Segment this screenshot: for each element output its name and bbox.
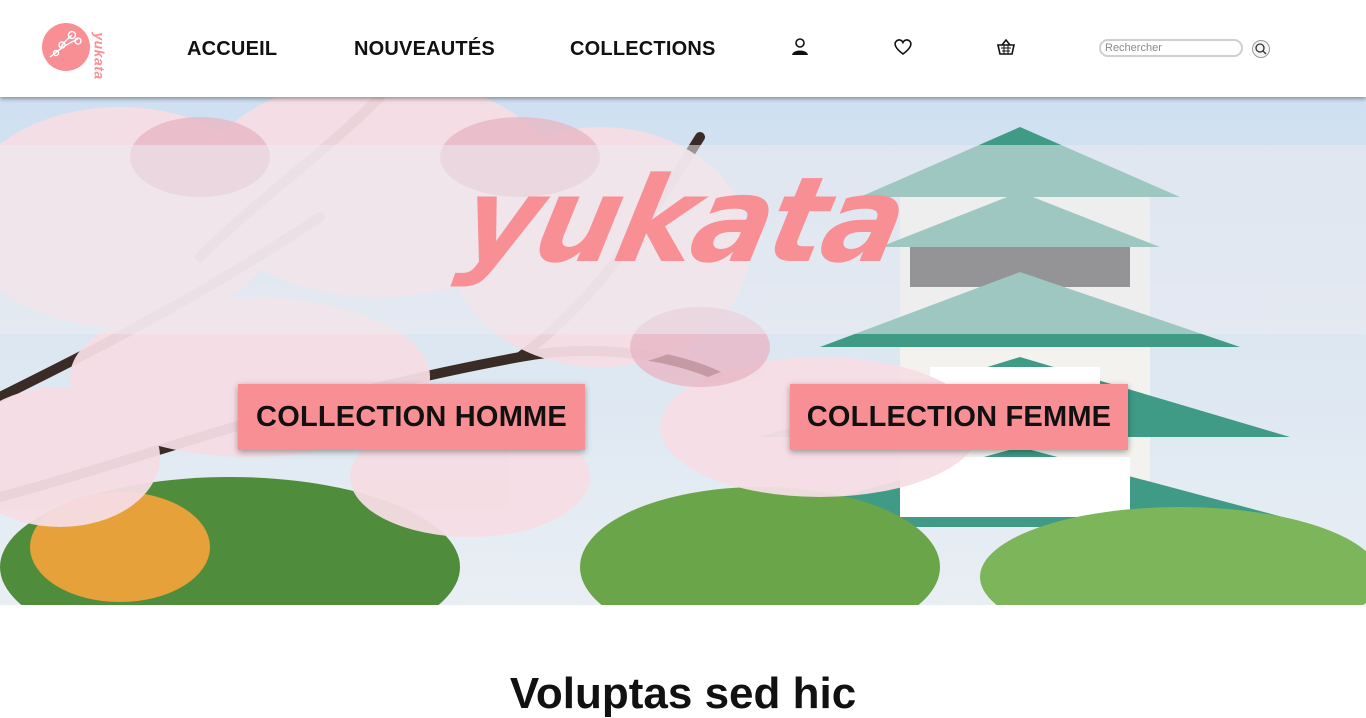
collection-homme-button[interactable]: COLLECTION HOMME [238, 384, 585, 450]
collection-femme-button[interactable]: COLLECTION FEMME [790, 384, 1128, 450]
nav-collections[interactable]: COLLECTIONS [570, 38, 716, 61]
hero-banner: yukata COLLECTION HOMME COLLECTION FEMME [0, 97, 1366, 605]
logo-text: yukata [91, 32, 108, 80]
hero-brand-title: yukata [449, 151, 917, 289]
site-header: yukata ACCUEIL NOUVEAUTÉS COLLECTIONS [0, 0, 1366, 97]
search-button[interactable] [1252, 40, 1270, 58]
search-icon [1255, 43, 1267, 55]
logo[interactable]: yukata [40, 18, 108, 80]
nav-accueil[interactable]: ACCUEIL [187, 38, 277, 61]
user-icon[interactable] [789, 36, 811, 58]
logo-badge [42, 23, 90, 71]
basket-icon[interactable] [995, 36, 1017, 58]
heart-icon[interactable] [892, 36, 914, 58]
section-heading: Voluptas sed hic [509, 669, 857, 718]
nav-nouveautes[interactable]: NOUVEAUTÉS [354, 38, 495, 61]
search-input[interactable] [1099, 39, 1243, 57]
sakura-icon [49, 30, 82, 58]
